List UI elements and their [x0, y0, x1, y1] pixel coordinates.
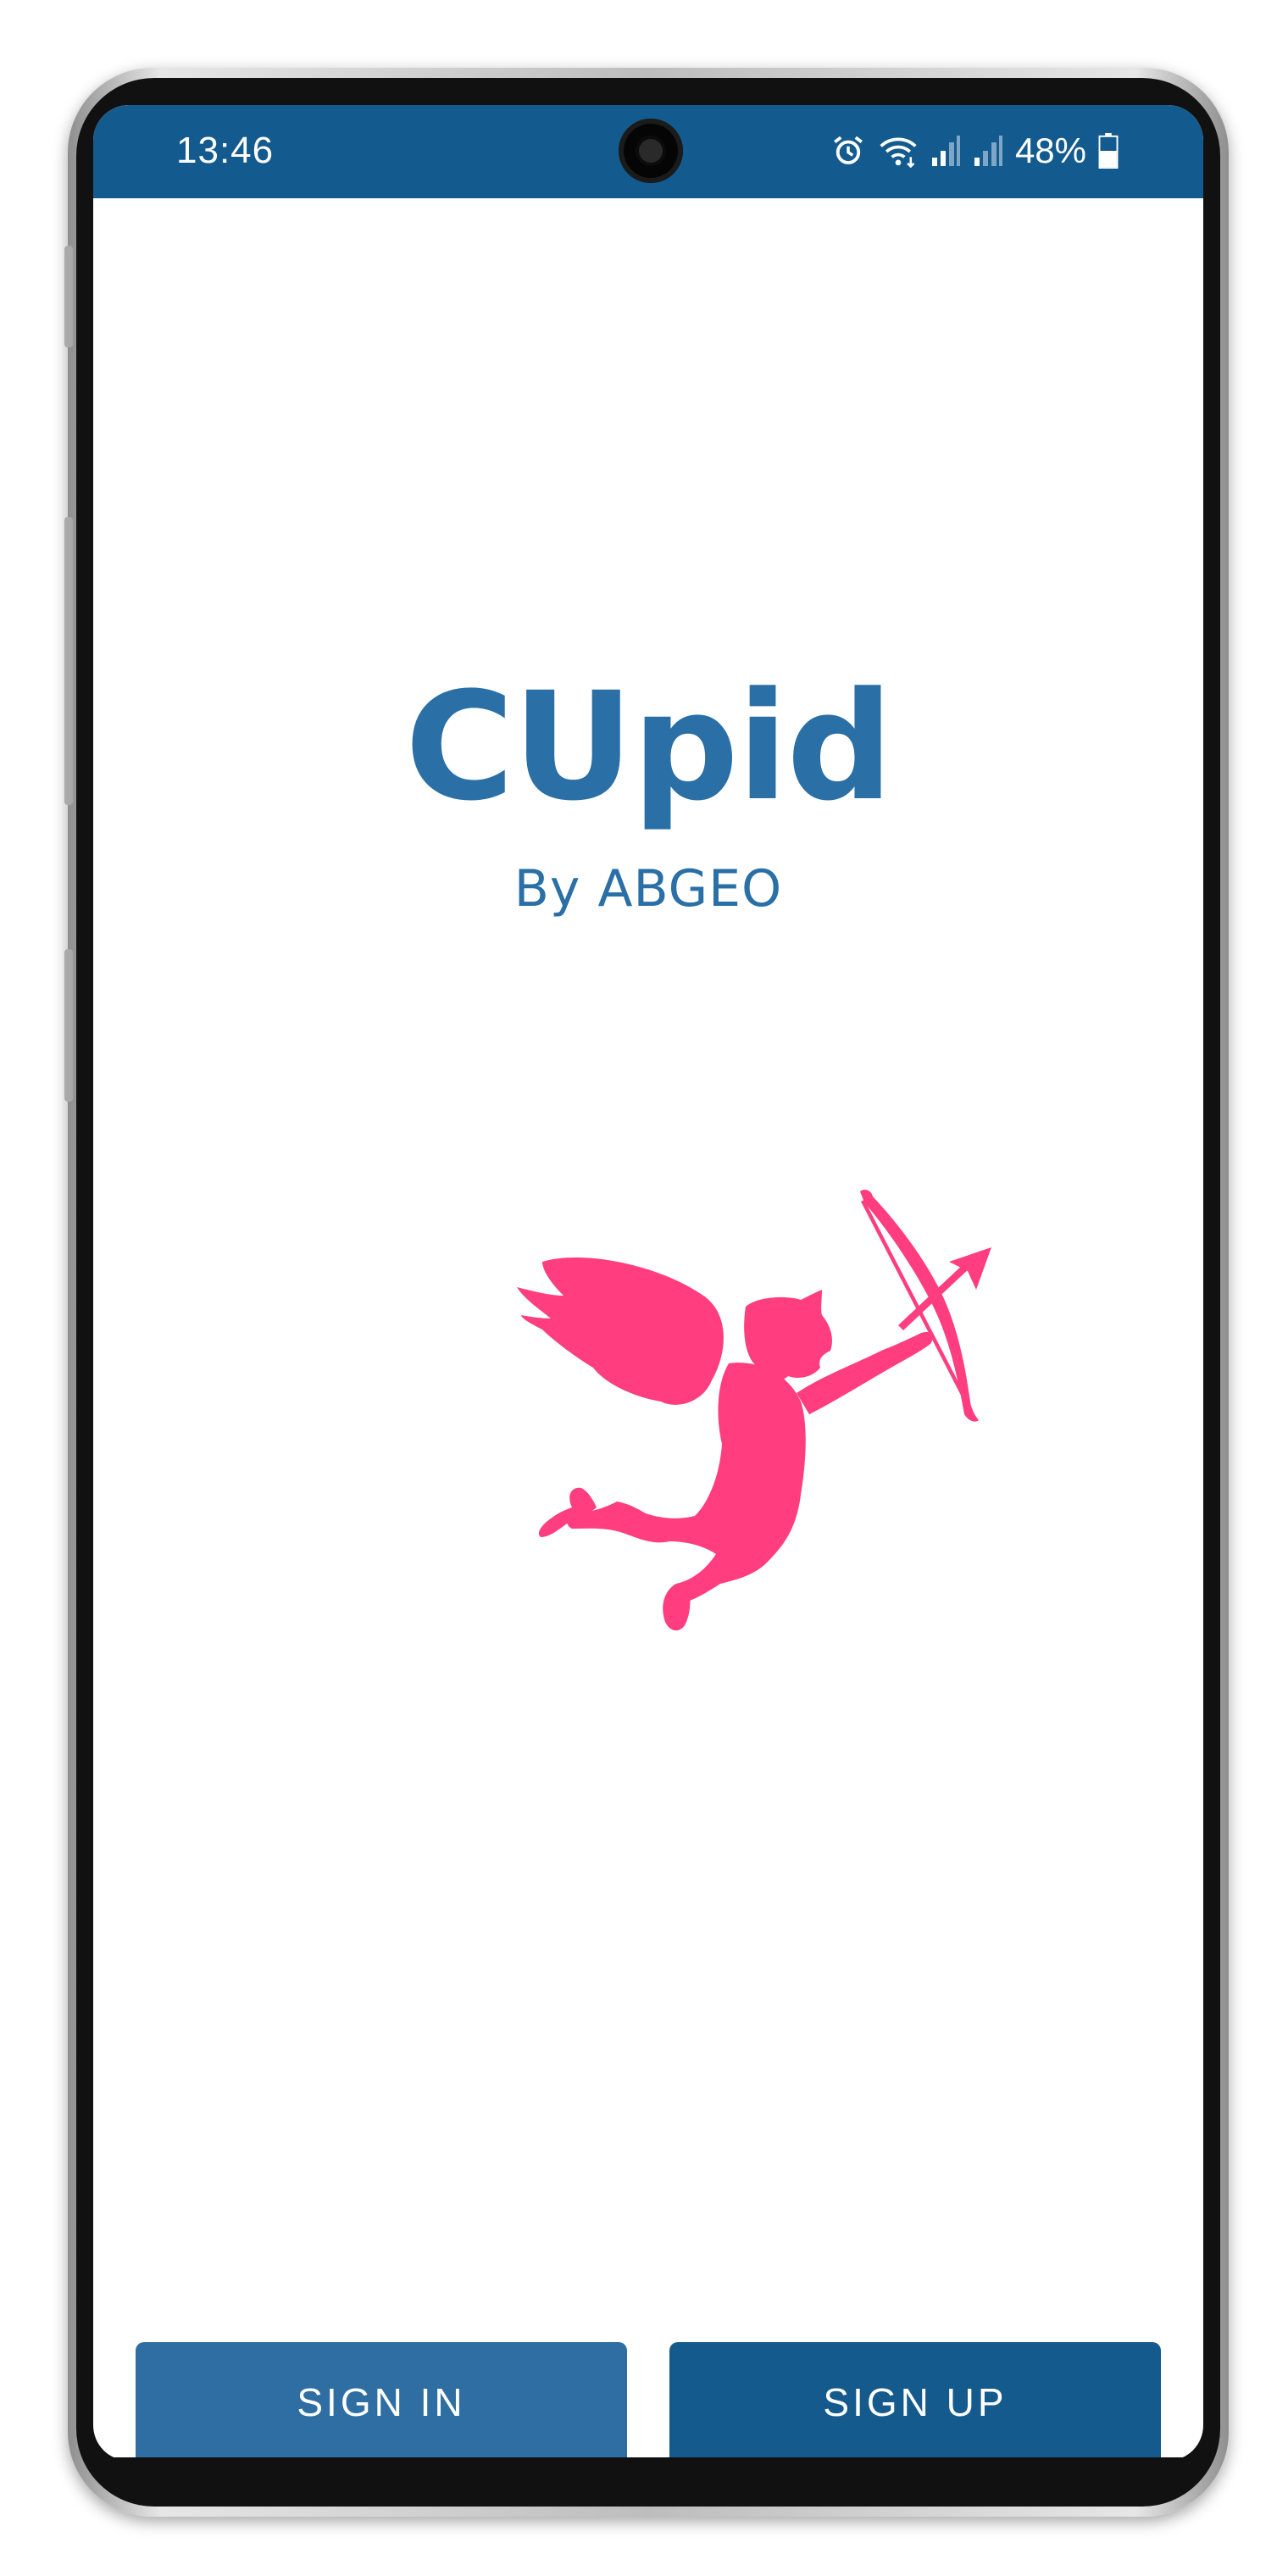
alarm-icon — [830, 133, 866, 169]
cupid-icon — [424, 1122, 1017, 1715]
signal-icon — [930, 134, 961, 168]
sign-in-button[interactable]: SIGN IN — [136, 2342, 627, 2461]
status-time: 13:46 — [176, 130, 275, 171]
status-icons: 48% — [830, 130, 1119, 171]
front-camera — [619, 119, 683, 183]
wifi-icon — [878, 133, 919, 169]
app-title: CUpid — [404, 660, 893, 834]
phone-power-button — [64, 949, 73, 1102]
status-bar: 13:46 48% — [93, 105, 1203, 198]
phone-side-button — [64, 246, 73, 347]
phone-volume-button — [64, 517, 73, 805]
sign-up-button[interactable]: SIGN UP — [669, 2342, 1161, 2461]
phone-bottom-bezel — [93, 2457, 1203, 2474]
battery-icon — [1098, 133, 1119, 169]
battery-percent: 48% — [1014, 130, 1086, 170]
app-subtitle: By ABGEO — [514, 859, 783, 919]
signal-icon — [973, 134, 1003, 168]
phone-screen: 13:46 48% CUpid By ABGEO SIGN IN SIGN UP — [93, 105, 1203, 2461]
